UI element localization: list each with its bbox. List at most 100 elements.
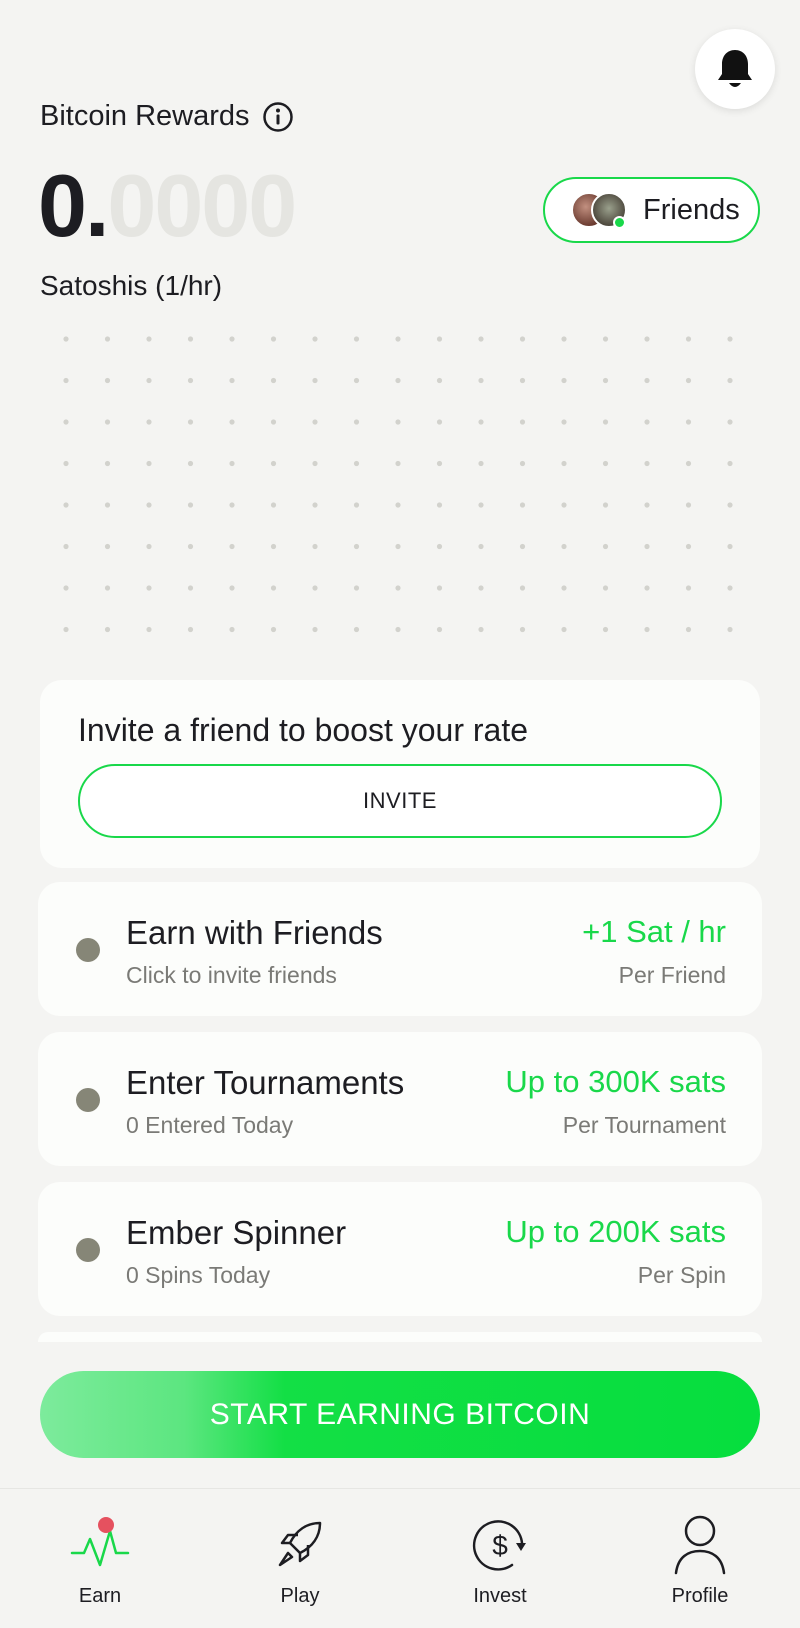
task-ember-spinner[interactable]: Ember Spinner 0 Spins Today Up to 200K s…	[38, 1182, 762, 1316]
grid-dot	[187, 626, 194, 633]
grid-dot	[63, 377, 69, 384]
start-earning-button[interactable]: START EARNING BITCOIN	[40, 1371, 760, 1458]
svg-text:$: $	[492, 1530, 508, 1561]
grid-dot	[312, 626, 318, 633]
grid-dot	[602, 502, 609, 508]
task-enter-tournaments[interactable]: Enter Tournaments 0 Entered Today Up to …	[38, 1032, 762, 1166]
grid-dot	[727, 460, 733, 467]
task-subtitle: 0 Entered Today	[126, 1112, 294, 1138]
grid-dot	[229, 585, 235, 591]
grid-dot	[436, 460, 443, 467]
tab-earn[interactable]: Earn	[20, 1489, 180, 1628]
grid-dot	[229, 419, 235, 425]
tab-invest[interactable]: $ Invest	[420, 1489, 580, 1628]
grid-dot	[312, 502, 318, 508]
invite-card: Invite a friend to boost your rate INVIT…	[40, 680, 760, 868]
grid-dot	[395, 377, 401, 384]
grid-dot	[63, 502, 69, 508]
grid-dot	[644, 585, 650, 591]
grid-dot	[478, 502, 484, 508]
grid-dot	[395, 626, 401, 633]
grid-dot	[561, 585, 567, 591]
balance-value: 0.0000	[38, 162, 297, 250]
grid-dot	[270, 460, 277, 467]
grid-dot	[104, 419, 111, 425]
grid-dot	[63, 336, 69, 342]
notifications-button[interactable]	[695, 29, 775, 109]
grid-dot	[685, 419, 692, 425]
grid-dot	[478, 336, 484, 342]
rocket-icon	[268, 1513, 332, 1577]
grid-dot	[395, 460, 401, 467]
grid-dot	[478, 585, 484, 591]
invite-button[interactable]: INVITE	[78, 764, 722, 838]
grid-dot	[146, 377, 152, 384]
tab-label: Invest	[473, 1585, 527, 1607]
grid-dot	[644, 502, 650, 508]
grid-dot	[353, 336, 360, 342]
balance-decimals: 0000	[107, 156, 297, 255]
grid-dot	[146, 626, 152, 633]
pulse-icon	[68, 1513, 132, 1577]
grid-dot	[727, 626, 733, 633]
grid-dot	[312, 543, 318, 550]
grid-dot	[104, 336, 111, 342]
task-reward-unit: Per Friend	[618, 962, 726, 988]
task-card-partial	[38, 1332, 762, 1342]
grid-dot	[644, 460, 650, 467]
grid-dot	[727, 419, 733, 425]
page-title: Bitcoin Rewards	[40, 100, 250, 132]
grid-dot	[685, 502, 692, 508]
task-reward: Up to 200K sats	[505, 1214, 726, 1249]
grid-dot	[353, 377, 360, 384]
grid-dot	[602, 460, 609, 467]
grid-dot	[727, 585, 733, 591]
grid-dot	[146, 585, 152, 591]
grid-dot	[270, 585, 277, 591]
task-title: Ember Spinner	[126, 1214, 347, 1251]
grid-dot	[436, 377, 443, 384]
grid-dot	[561, 626, 567, 633]
grid-dot	[395, 585, 401, 591]
grid-dot	[395, 336, 401, 342]
grid-dot	[270, 502, 277, 508]
grid-dot	[229, 502, 235, 508]
grid-dot	[478, 377, 484, 384]
grid-dot	[63, 460, 69, 467]
grid-dot	[561, 460, 567, 467]
grid-dot	[229, 626, 235, 633]
grid-dot	[353, 585, 360, 591]
grid-dot	[187, 336, 194, 342]
grid-dot	[146, 502, 152, 508]
grid-dot	[519, 543, 526, 550]
bell-icon	[718, 50, 752, 87]
grid-dot	[644, 543, 650, 550]
grid-dot	[104, 502, 111, 508]
friends-button[interactable]: Friends	[543, 177, 760, 243]
grid-dot	[727, 543, 733, 550]
task-earn-with-friends[interactable]: Earn with Friends Click to invite friend…	[38, 882, 762, 1016]
grid-dot	[644, 377, 650, 384]
grid-dot	[602, 626, 609, 633]
task-status-dot	[76, 938, 100, 962]
task-title: Earn with Friends	[126, 914, 383, 951]
tab-profile[interactable]: Profile	[620, 1489, 780, 1628]
grid-dot	[478, 460, 484, 467]
grid-dot	[478, 543, 484, 550]
user-icon	[668, 1513, 732, 1577]
task-subtitle: Click to invite friends	[126, 962, 337, 988]
grid-dot	[644, 626, 650, 633]
task-reward: +1 Sat / hr	[582, 914, 726, 949]
grid-dot	[478, 626, 484, 633]
grid-dot	[270, 543, 277, 550]
info-icon[interactable]	[262, 101, 294, 133]
grid-dot	[727, 336, 733, 342]
grid-dot	[644, 419, 650, 425]
tab-play[interactable]: Play	[220, 1489, 380, 1628]
grid-dot	[229, 377, 235, 384]
bottom-tab-bar: Earn Play $ Invest Profile	[0, 1488, 800, 1628]
grid-dot	[436, 585, 443, 591]
grid-dot	[436, 336, 443, 342]
grid-dot	[436, 543, 443, 550]
grid-dot	[229, 336, 235, 342]
